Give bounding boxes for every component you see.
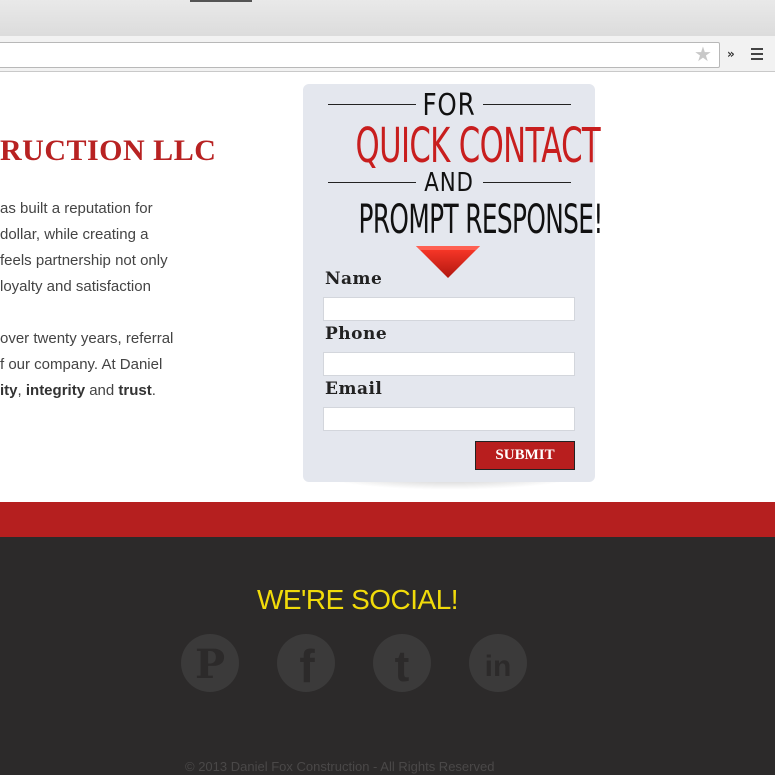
footer: WE'RE SOCIAL! P f t in © 2013 Daniel Fox…	[0, 537, 775, 775]
about-text: as built a reputation for dollar, while …	[0, 196, 300, 404]
browser-toolbar: ★	[0, 36, 775, 72]
separator: .	[151, 382, 156, 399]
svg-text:in: in	[485, 650, 512, 683]
twitter-icon[interactable]: t	[373, 634, 431, 692]
linkedin-icon[interactable]: in	[469, 634, 527, 692]
svg-text:P: P	[195, 641, 225, 688]
company-title: RUCTION LLC	[0, 134, 217, 167]
about-line	[0, 300, 300, 326]
separator: and	[85, 382, 119, 399]
copyright-text: © 2013 Daniel Fox Construction - All Rig…	[185, 759, 495, 774]
red-arrow-down-icon	[416, 246, 480, 278]
social-heading: WE'RE SOCIAL!	[256, 584, 459, 615]
about-line: loyalty and satisfaction	[0, 278, 151, 295]
email-label: Email	[325, 379, 383, 399]
quick-contact-heading: QUICK CONTACT	[355, 118, 601, 174]
facebook-icon[interactable]: f	[277, 634, 335, 692]
values-line: ity, integrity and trust.	[0, 378, 300, 404]
name-label: Name	[325, 269, 383, 289]
browser-tab-bar	[0, 0, 775, 36]
about-line: f our company. At Daniel	[0, 356, 163, 373]
pinterest-icon[interactable]: P	[181, 634, 239, 692]
about-line: feels partnership not only	[0, 252, 168, 269]
bookmark-star-icon[interactable]: ★	[693, 45, 713, 65]
svg-text:f: f	[299, 640, 315, 692]
prompt-response-heading: PROMPT RESPONSE!	[358, 197, 603, 243]
about-line: dollar, while creating a	[0, 226, 149, 243]
value-word: integrity	[25, 382, 86, 399]
address-bar[interactable]: ★	[0, 42, 720, 68]
value-word: trust	[118, 382, 152, 399]
and-heading: AND	[424, 168, 474, 198]
submit-button[interactable]: SUBMIT	[475, 441, 575, 470]
phone-label: Phone	[325, 324, 388, 344]
active-tab-indicator[interactable]	[190, 0, 252, 2]
quick-contact-form: FOR QUICK CONTACT AND PROMPT RESPONSE! N…	[303, 84, 603, 482]
extensions-overflow-icon[interactable]: »	[727, 44, 741, 64]
browser-menu-icon[interactable]	[751, 48, 763, 60]
phone-field[interactable]	[323, 352, 575, 376]
email-field[interactable]	[323, 407, 575, 431]
svg-text:t: t	[395, 642, 410, 691]
separator: ,	[17, 382, 26, 399]
about-line: over twenty years, referral	[0, 330, 174, 347]
value-word: ity	[0, 382, 18, 399]
about-line: as built a reputation for	[0, 200, 153, 217]
name-field[interactable]	[323, 297, 575, 321]
red-divider-band	[0, 502, 775, 537]
